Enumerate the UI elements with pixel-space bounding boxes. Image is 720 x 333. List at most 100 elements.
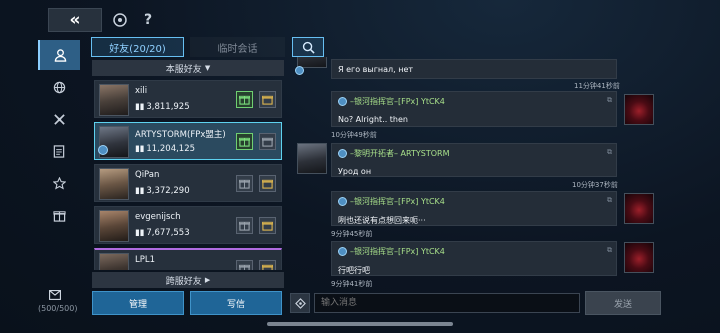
friend-power-value: 11,204,125 bbox=[146, 144, 196, 154]
power-icon: ▮▮ bbox=[135, 102, 145, 112]
chat-timestamp: 11分钟41秒前 bbox=[574, 82, 620, 90]
online-status-icon bbox=[295, 66, 304, 75]
chat-message-text: 咧也还说有点想回来呃··· bbox=[338, 216, 426, 225]
friend-power: ▮▮ 3,372,290 bbox=[135, 186, 190, 196]
chat-sender-name: –银河指挥官–[FPx] YtCK4 bbox=[350, 97, 445, 106]
send-gift-button[interactable] bbox=[236, 175, 253, 192]
back-button[interactable]: « bbox=[48, 8, 102, 32]
avatar bbox=[99, 210, 129, 242]
friend-row[interactable]: QiPan ▮▮ 3,372,290 bbox=[94, 164, 282, 202]
friend-power: ▮▮ 3,811,925 bbox=[135, 102, 190, 112]
write-letter-button[interactable]: 写信 bbox=[190, 291, 282, 315]
chat-message-text: Урод он bbox=[338, 167, 372, 176]
quote-icon[interactable]: ⧉ bbox=[607, 96, 612, 105]
power-icon: ▮▮ bbox=[135, 144, 145, 154]
quote-icon[interactable]: ⧉ bbox=[607, 196, 612, 205]
online-status-icon bbox=[338, 97, 347, 106]
group-header-cross[interactable]: 跨服好友 ▶ bbox=[92, 272, 284, 288]
rail-item-friends[interactable] bbox=[38, 40, 80, 70]
chat-panel[interactable]: Я его выгнал, нет 11分钟41秒前 –银河指挥官–[FPx] … bbox=[291, 57, 657, 289]
refresh-button[interactable] bbox=[110, 10, 130, 30]
rail-item-alliance[interactable] bbox=[38, 104, 80, 134]
avatar bbox=[99, 253, 129, 270]
receive-gift-button[interactable] bbox=[259, 260, 276, 270]
triangle-down-icon: ▼ bbox=[204, 64, 211, 72]
search-button[interactable] bbox=[292, 37, 324, 57]
chat-sender-name: –银河指挥官–[FPx] YtCK4 bbox=[350, 197, 445, 206]
friend-name: LPL1 bbox=[135, 255, 156, 265]
quote-icon[interactable]: ⧉ bbox=[607, 246, 612, 255]
send-gift-button[interactable] bbox=[236, 133, 253, 150]
gift-send-icon bbox=[239, 221, 250, 231]
friend-row-selected[interactable]: ARTYSTORM(FPx盟主) ▮▮ 11,204,125 bbox=[94, 122, 282, 160]
mail-button[interactable]: (500/500) bbox=[38, 290, 78, 314]
receive-gift-button[interactable] bbox=[259, 91, 276, 108]
double-chevron-left-icon: « bbox=[69, 10, 81, 30]
gift-box-icon bbox=[262, 221, 273, 231]
send-gift-button[interactable] bbox=[236, 217, 253, 234]
friend-name: ARTYSTORM(FPx盟主) bbox=[135, 130, 226, 140]
rail-item-gifts[interactable] bbox=[38, 200, 80, 230]
send-gift-button[interactable] bbox=[236, 91, 253, 108]
home-indicator bbox=[267, 322, 453, 326]
power-icon: ▮▮ bbox=[135, 228, 145, 238]
gift-box-icon bbox=[262, 137, 273, 147]
chat-sender-name: –银河指挥官–[FPx] YtCK4 bbox=[350, 247, 445, 256]
chat-message-text: Я его выгнал, нет bbox=[338, 65, 414, 74]
rail-item-world[interactable] bbox=[38, 72, 80, 102]
chat-sender: –银河指挥官–[FPx] YtCK4 bbox=[338, 246, 610, 257]
gift-icon bbox=[52, 210, 66, 222]
gift-send-icon bbox=[239, 137, 250, 147]
quote-icon[interactable]: ⧉ bbox=[607, 148, 612, 157]
gift-send-icon bbox=[239, 179, 250, 189]
friend-row[interactable]: LPL1 bbox=[94, 248, 282, 270]
chat-message: –黎明开拓者– ARTYSTORM Урод он ⧉ bbox=[331, 143, 617, 177]
avatar bbox=[624, 242, 654, 273]
friend-power-value: 7,677,553 bbox=[146, 228, 190, 238]
chat-sender: –黎明开拓者– ARTYSTORM bbox=[338, 148, 610, 159]
manage-button[interactable]: 管理 bbox=[92, 291, 184, 315]
friend-row[interactable]: evgenijsch ▮▮ 7,677,553 bbox=[94, 206, 282, 244]
friend-list[interactable]: xili ▮▮ 3,811,925 ARTYSTORM(FPx盟主) ▮▮ 11,2… bbox=[92, 77, 284, 270]
friend-power: ▮▮ 11,204,125 bbox=[135, 144, 195, 154]
tab-friends[interactable]: 好友(20/20) bbox=[91, 37, 184, 57]
friend-power-value: 3,372,290 bbox=[146, 186, 190, 196]
receive-gift-button[interactable] bbox=[259, 175, 276, 192]
avatar bbox=[624, 94, 654, 125]
triangle-right-icon: ▶ bbox=[204, 276, 211, 284]
tab-temp-chat[interactable]: 临时会话 bbox=[190, 37, 285, 57]
help-button[interactable]: ? bbox=[138, 10, 158, 30]
message-input[interactable] bbox=[314, 293, 580, 313]
chat-message-text: No? Alright.. then bbox=[338, 115, 408, 124]
left-rail bbox=[38, 40, 80, 230]
send-gift-button[interactable] bbox=[236, 260, 253, 270]
online-status-icon bbox=[98, 145, 108, 155]
emoji-button[interactable] bbox=[290, 293, 310, 313]
mail-count: (500/500) bbox=[38, 304, 78, 313]
chat-timestamp: 10分钟49秒前 bbox=[331, 131, 377, 139]
send-button[interactable]: 发送 bbox=[585, 291, 661, 315]
chat-timestamp: 9分钟45秒前 bbox=[331, 230, 373, 238]
chat-message: –银河指挥官–[FPx] YtCK4 咧也还说有点想回来呃··· ⧉ bbox=[331, 191, 617, 226]
gift-send-icon bbox=[239, 264, 250, 270]
chat-sender: –银河指挥官–[FPx] YtCK4 bbox=[338, 96, 610, 107]
chat-sender: –银河指挥官–[FPx] YtCK4 bbox=[338, 196, 610, 207]
chat-message: Я его выгнал, нет bbox=[331, 59, 617, 79]
rail-item-favorites[interactable] bbox=[38, 168, 80, 198]
receive-gift-button[interactable] bbox=[259, 133, 276, 150]
gift-box-icon bbox=[262, 95, 273, 105]
gift-send-icon bbox=[239, 95, 250, 105]
group-header-server[interactable]: 本服好友 ▼ bbox=[92, 60, 284, 76]
friend-name: QiPan bbox=[135, 170, 160, 180]
search-icon bbox=[302, 41, 315, 54]
refresh-icon bbox=[113, 13, 127, 27]
chat-message: –银河指挥官–[FPx] YtCK4 行吧行吧 ⧉ bbox=[331, 241, 617, 276]
chat-timestamp: 10分钟37秒前 bbox=[572, 181, 618, 189]
friend-row[interactable]: xili ▮▮ 3,811,925 bbox=[94, 80, 282, 118]
chat-timestamp: 9分钟41秒前 bbox=[331, 280, 373, 288]
list-icon bbox=[53, 144, 65, 158]
diamond-icon bbox=[294, 297, 306, 309]
rail-item-notes[interactable] bbox=[38, 136, 80, 166]
globe-icon bbox=[53, 81, 65, 93]
receive-gift-button[interactable] bbox=[259, 217, 276, 234]
